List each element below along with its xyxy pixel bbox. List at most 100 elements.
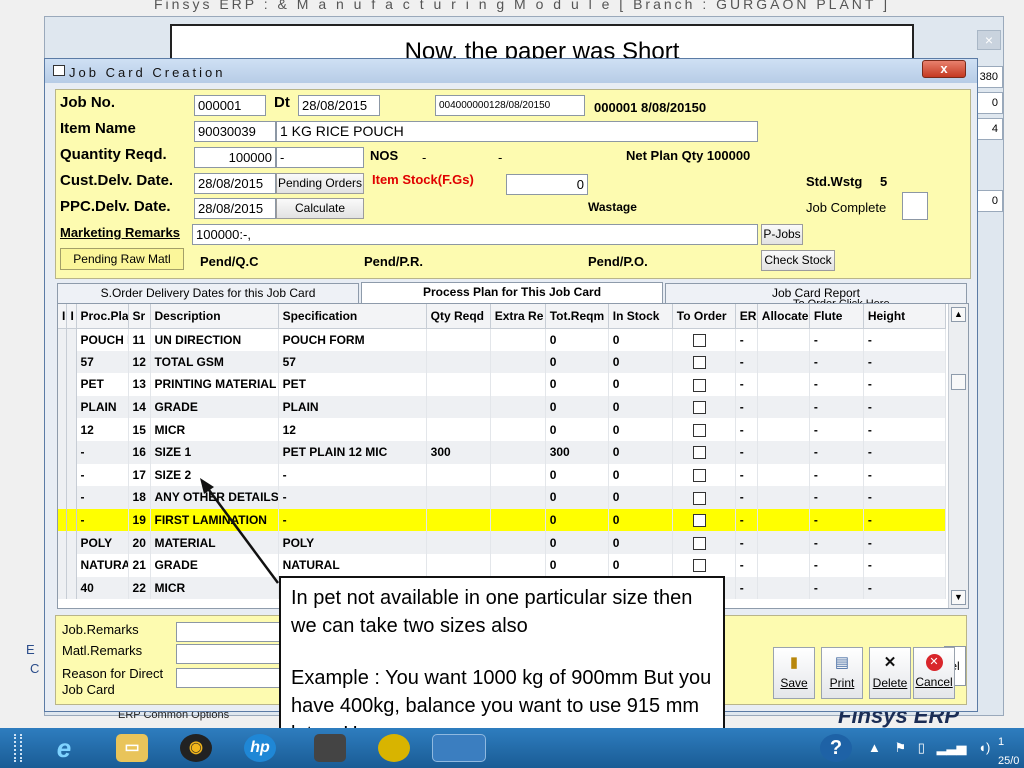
- cell-extra[interactable]: [490, 418, 546, 441]
- cell-height[interactable]: -: [863, 576, 947, 600]
- cell-stock[interactable]: 0: [608, 553, 673, 577]
- table-row[interactable]: -17 SIZE 2-00---: [58, 463, 947, 487]
- cell-extra[interactable]: [490, 328, 546, 351]
- to-order-checkbox[interactable]: [692, 514, 706, 528]
- cell-extra[interactable]: [490, 486, 546, 509]
- volume-icon[interactable]: ◖): [978, 740, 990, 755]
- cell-desc[interactable]: FIRST LAMINATION: [150, 508, 279, 532]
- cell-sr[interactable]: 13: [128, 373, 151, 396]
- cell-desc[interactable]: GRADE: [150, 395, 279, 419]
- cell-extra[interactable]: [490, 373, 546, 396]
- row-selector[interactable]: [66, 350, 77, 374]
- cell-desc[interactable]: GRADE: [150, 553, 279, 577]
- cell-alloc[interactable]: [757, 440, 810, 464]
- to-order-checkbox[interactable]: [692, 356, 706, 370]
- cell-sr[interactable]: 17: [128, 463, 151, 487]
- cell-tot[interactable]: 0: [545, 508, 609, 532]
- cell-proc[interactable]: 57: [76, 350, 129, 374]
- column-header[interactable]: ER: [735, 304, 758, 329]
- taskbar-grip[interactable]: [14, 734, 22, 762]
- cell-stock[interactable]: 0: [608, 486, 673, 509]
- date-field[interactable]: 28/08/2015: [298, 95, 380, 116]
- cell-proc[interactable]: POLY: [76, 531, 129, 554]
- internet-explorer-icon[interactable]: e: [48, 734, 80, 762]
- cell-alloc[interactable]: [757, 576, 810, 600]
- row-selector[interactable]: [58, 508, 67, 532]
- column-header[interactable]: Height: [863, 304, 947, 329]
- cell-sr[interactable]: 11: [128, 328, 151, 351]
- cell-qty[interactable]: 300: [426, 440, 491, 464]
- help-icon[interactable]: ?: [820, 734, 852, 762]
- cell-sr[interactable]: 14: [128, 395, 151, 419]
- pjobs-button[interactable]: P-Jobs: [761, 224, 803, 245]
- cell-stock[interactable]: 0: [608, 440, 673, 464]
- cell-alloc[interactable]: [757, 373, 810, 396]
- cell-extra[interactable]: [490, 508, 546, 532]
- cell-stock[interactable]: 0: [608, 373, 673, 396]
- scroll-thumb[interactable]: [951, 374, 966, 390]
- row-selector[interactable]: [58, 395, 67, 419]
- to-order-checkbox[interactable]: [692, 491, 706, 505]
- marketing-remarks-field[interactable]: 100000:-,: [192, 224, 758, 245]
- cell-er[interactable]: -: [735, 395, 758, 419]
- job-remarks-field[interactable]: [176, 622, 286, 642]
- pending-orders-button[interactable]: Pending Orders: [276, 173, 364, 194]
- to-order-checkbox[interactable]: [692, 559, 706, 573]
- table-row[interactable]: 57 12 TOTAL GSM 57 0 0- - -: [58, 350, 947, 374]
- cell-er[interactable]: -: [735, 328, 758, 351]
- cell-extra[interactable]: [490, 531, 546, 554]
- row-selector[interactable]: [66, 463, 77, 487]
- reference-code-field[interactable]: 004000000128/08/20150: [435, 95, 585, 116]
- column-header[interactable]: To Order: [672, 304, 736, 329]
- cell-alloc[interactable]: [757, 508, 810, 532]
- cell-alloc[interactable]: [757, 395, 810, 419]
- cell-proc[interactable]: POUCH I: [76, 328, 129, 351]
- cell-tot[interactable]: 0: [545, 553, 609, 577]
- cell-flute[interactable]: -: [809, 463, 864, 487]
- row-selector[interactable]: [66, 553, 77, 577]
- background-close-button[interactable]: ×: [977, 30, 1001, 50]
- cell-sr[interactable]: 22: [128, 576, 151, 600]
- cell-height[interactable]: -: [863, 440, 947, 464]
- row-selector[interactable]: [66, 531, 77, 554]
- cell-qty[interactable]: [426, 350, 491, 374]
- cell-tot[interactable]: 0: [545, 395, 609, 419]
- table-row[interactable]: POLY 20 MATERIAL POLY 0 0- - -: [58, 531, 947, 554]
- cell-proc[interactable]: -: [76, 486, 129, 509]
- cell-height[interactable]: -: [863, 418, 947, 441]
- dialog-close-button[interactable]: x: [922, 60, 966, 78]
- row-selector[interactable]: [66, 440, 77, 464]
- print-button[interactable]: ▤ Print: [821, 647, 863, 699]
- cell-tot[interactable]: 0: [545, 531, 609, 554]
- cancel-button[interactable]: ✕ Cancel: [913, 647, 955, 699]
- row-selector[interactable]: [66, 395, 77, 419]
- cell-alloc[interactable]: [757, 531, 810, 554]
- row-selector[interactable]: [58, 463, 67, 487]
- cell-desc[interactable]: MICR: [150, 576, 279, 600]
- cell-alloc[interactable]: [757, 350, 810, 374]
- cell-tot[interactable]: 0: [545, 328, 609, 351]
- cell-er[interactable]: -: [735, 440, 758, 464]
- cell-sr[interactable]: 15: [128, 418, 151, 441]
- cell-tot[interactable]: 300: [545, 440, 609, 464]
- row-selector[interactable]: [58, 576, 67, 600]
- cell-height[interactable]: -: [863, 373, 947, 396]
- cell-stock[interactable]: 0: [608, 531, 673, 554]
- tab-process-plan[interactable]: Process Plan for This Job Card: [361, 282, 663, 304]
- cell-desc[interactable]: UN DIRECTION: [150, 328, 279, 351]
- delete-button[interactable]: ✕ Delete: [869, 647, 911, 699]
- cell-sr[interactable]: 16: [128, 440, 151, 464]
- cell-height[interactable]: -: [863, 508, 947, 532]
- cell-qty[interactable]: [426, 328, 491, 351]
- flag-icon[interactable]: ⚑: [895, 740, 907, 755]
- cell-flute[interactable]: -: [809, 486, 864, 509]
- calculate-button[interactable]: Calculate: [276, 198, 364, 219]
- cell-flute[interactable]: -: [809, 350, 864, 374]
- cell-height[interactable]: -: [863, 531, 947, 554]
- item-stock-field[interactable]: 0: [506, 174, 588, 195]
- cell-stock[interactable]: 0: [608, 328, 673, 351]
- cell-tot[interactable]: 0: [545, 463, 609, 487]
- cell-flute[interactable]: -: [809, 576, 864, 600]
- cell-qty[interactable]: [426, 531, 491, 554]
- cell-proc[interactable]: -: [76, 508, 129, 532]
